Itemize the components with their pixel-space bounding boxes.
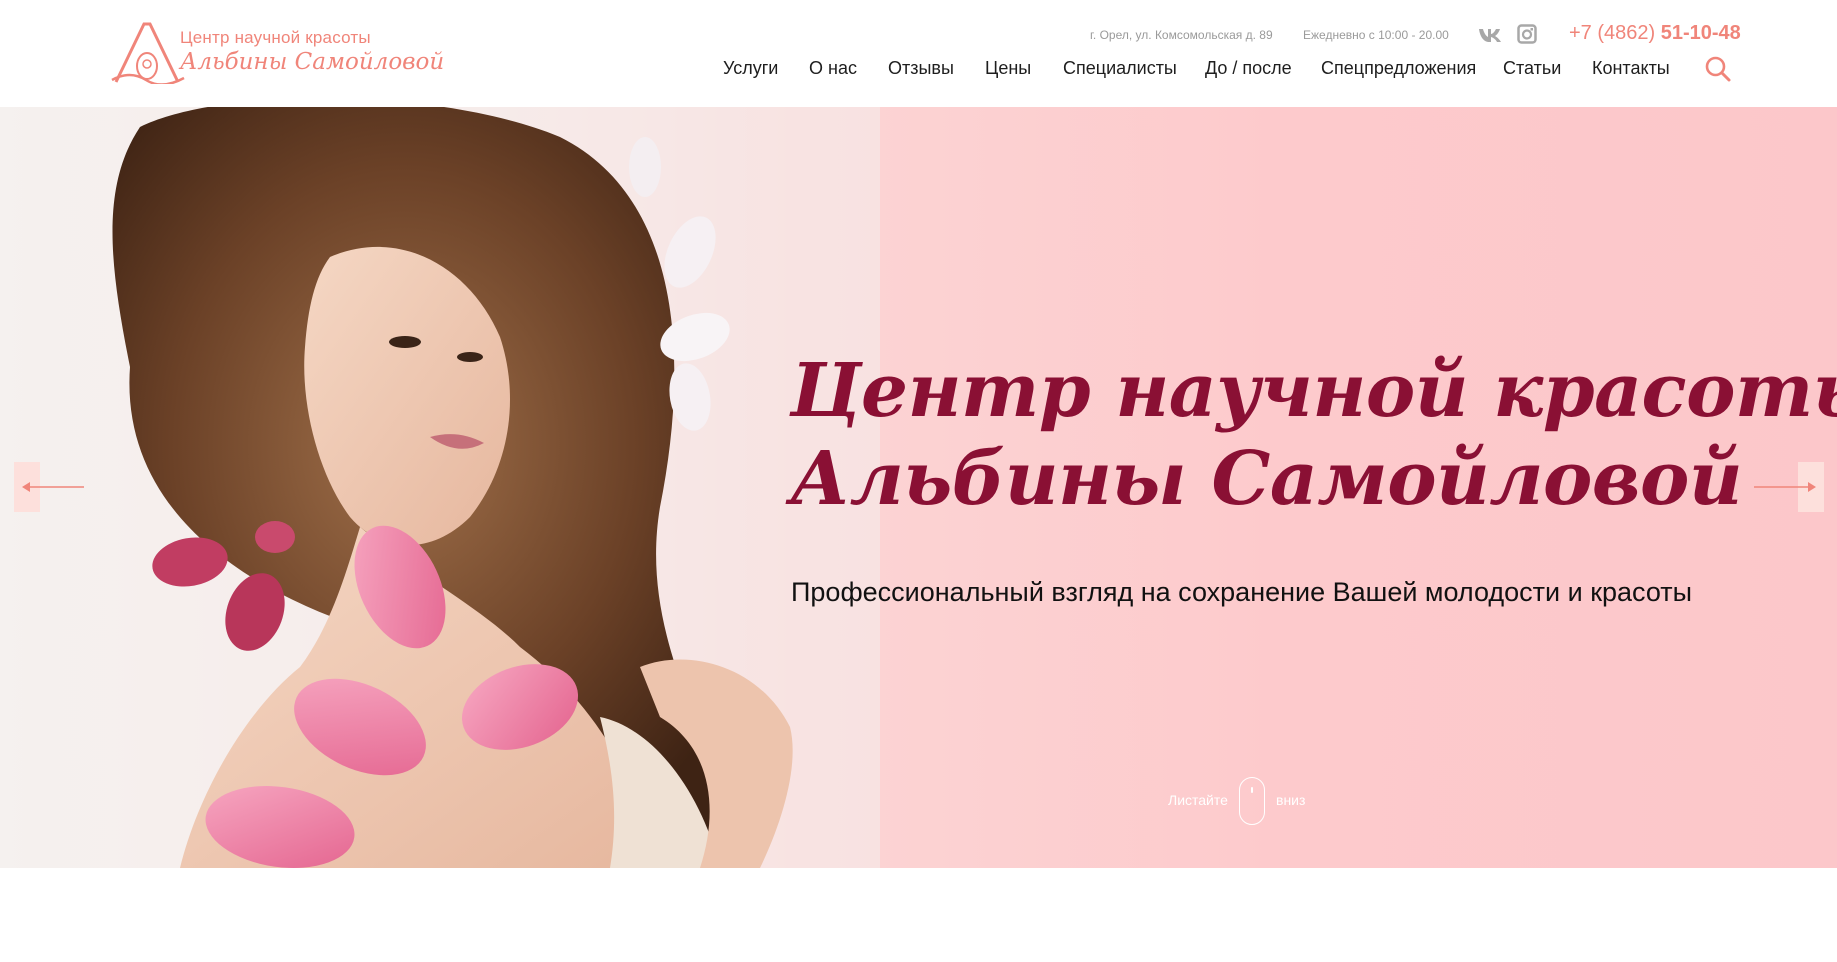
hero-title-line2: Альбины Самойловой xyxy=(790,436,1743,522)
nav-item-services[interactable]: Услуги xyxy=(723,58,778,79)
phone-number: 51-10-48 xyxy=(1660,22,1741,44)
phone-prefix: +7 (4862) xyxy=(1569,22,1661,44)
hours-text: Ежедневно с 10:00 - 20.00 xyxy=(1303,28,1449,42)
nav-item-prices[interactable]: Цены xyxy=(985,58,1031,79)
hero-subtitle: Профессиональный взгляд на сохранение Ва… xyxy=(791,577,1693,607)
mouse-scroll-icon xyxy=(1239,777,1265,825)
main-nav: Услуги О нас Отзывы Цены Специалисты До … xyxy=(0,58,1837,82)
nav-item-before-after[interactable]: До / после xyxy=(1205,58,1292,79)
hero-title-line1: Центр научной красоты xyxy=(790,348,1837,434)
site-header: Центр научной красоты Альбины Самойловой… xyxy=(0,0,1837,107)
scroll-hint-right-text: вниз xyxy=(1276,792,1306,808)
mouse-wheel xyxy=(1251,787,1253,793)
search-icon[interactable] xyxy=(1704,55,1732,83)
hero-slider: Центр научной красоты Альбины Самойловой… xyxy=(0,107,1837,868)
arrow-right-icon xyxy=(1754,482,1816,492)
nav-item-articles[interactable]: Статьи xyxy=(1503,58,1561,79)
slider-next-button[interactable] xyxy=(1754,462,1824,512)
phone-link[interactable]: +7 (4862) 51-10-48 xyxy=(1569,22,1741,45)
scroll-hint-left-text: Листайте xyxy=(1168,792,1228,808)
instagram-icon[interactable] xyxy=(1517,24,1543,44)
nav-item-contacts[interactable]: Контакты xyxy=(1592,58,1670,79)
arrow-left-icon xyxy=(22,482,84,492)
hero-title: Центр научной красоты Альбины Самойловой xyxy=(790,347,1837,523)
address-text: г. Орел, ул. Комсомольская д. 89 xyxy=(1090,28,1273,42)
hero-portrait-image xyxy=(0,107,880,868)
nav-item-special-offers[interactable]: Спецпредложения xyxy=(1321,58,1476,79)
nav-item-reviews[interactable]: Отзывы xyxy=(888,58,954,79)
logo-text-line1: Центр научной красоты xyxy=(180,28,371,47)
nav-item-specialists[interactable]: Специалисты xyxy=(1063,58,1177,79)
slider-prev-button[interactable] xyxy=(14,462,84,512)
vk-icon[interactable] xyxy=(1478,24,1504,44)
nav-item-about[interactable]: О нас xyxy=(809,58,857,79)
